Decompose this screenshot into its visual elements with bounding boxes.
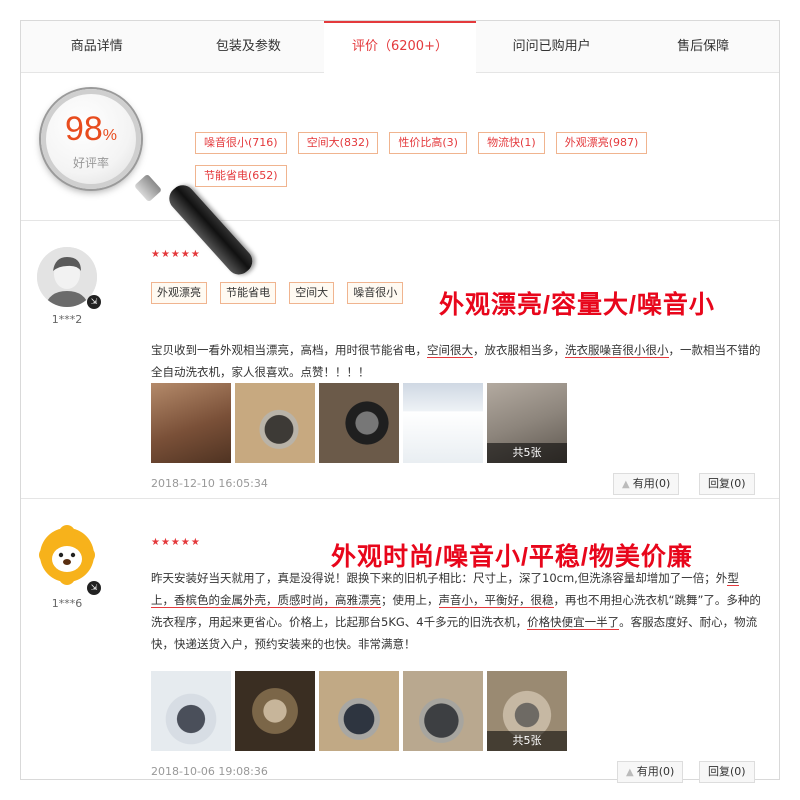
summary-tag[interactable]: 空间大(832) xyxy=(297,132,379,154)
reply-button[interactable]: 回复(0) xyxy=(699,473,755,495)
positive-rate-label: 好评率 xyxy=(72,156,109,170)
reply-button[interactable]: 回复(0) xyxy=(699,761,755,783)
useful-button[interactable]: ▲ 有用(0) xyxy=(613,473,680,495)
summary-tags: 噪音很小(716) 空间大(832) 性价比高(3) 物流快(1) 外观漂亮(9… xyxy=(195,131,715,197)
tab-bar: 商品详情 包装及参数 评价（6200+） 问问已购用户 售后保障 xyxy=(21,21,779,73)
tab-product-details[interactable]: 商品详情 xyxy=(21,21,173,73)
lion-avatar-icon xyxy=(39,525,95,585)
review-photo[interactable] xyxy=(151,671,231,751)
review-tag: 空间大 xyxy=(289,282,335,304)
review-photo[interactable] xyxy=(235,383,315,463)
review-date: 2018-12-10 16:05:34 xyxy=(151,477,268,490)
review-date: 2018-10-06 19:08:36 xyxy=(151,765,268,778)
review-headline: 外观漂亮/容量大/噪音小 xyxy=(439,291,715,319)
username: 1***6 xyxy=(51,597,83,610)
review-photo[interactable] xyxy=(151,383,231,463)
photo-count-label[interactable]: 共5张 xyxy=(487,443,567,463)
review-photo[interactable]: 共5张 xyxy=(487,383,567,463)
summary-tag[interactable]: 性价比高(3) xyxy=(389,132,467,154)
review-tag: 外观漂亮 xyxy=(151,282,207,304)
username: 1***2 xyxy=(51,313,83,326)
user-badge-icon: ⇲ xyxy=(87,295,101,309)
review-content: 昨天安装好当天就用了，真是没得说！跟换下来的旧机子相比：尺寸上，深了10cm,但… xyxy=(151,571,761,651)
review-photo[interactable] xyxy=(235,671,315,751)
review-photo[interactable]: 共5张 xyxy=(487,671,567,751)
review-photos: 共5张 xyxy=(151,671,571,751)
summary-tag[interactable]: 物流快(1) xyxy=(478,132,545,154)
tab-reviews[interactable]: 评价（6200+） xyxy=(324,21,476,73)
review-tag: 节能省电 xyxy=(220,282,277,304)
review-photo[interactable] xyxy=(403,383,483,463)
thumb-up-icon: ▲ xyxy=(622,479,630,490)
review-photos: 共5张 xyxy=(151,383,571,463)
review-tags: 外观漂亮 节能省电 空间大 噪音很小 xyxy=(151,281,411,304)
tab-packaging-params[interactable]: 包装及参数 xyxy=(173,21,325,73)
review-panel: 商品详情 包装及参数 评价（6200+） 问问已购用户 售后保障 98% 好评率… xyxy=(20,20,780,783)
avatar xyxy=(37,525,97,585)
tab-after-sales[interactable]: 售后保障 xyxy=(627,21,779,73)
positive-rate-circle: 98% 好评率 xyxy=(41,89,141,189)
summary-tag[interactable]: 节能省电(652) xyxy=(195,165,287,187)
star-rating: ★★★★★ xyxy=(151,537,201,548)
review-photo[interactable] xyxy=(403,671,483,751)
review-photo[interactable] xyxy=(319,671,399,751)
review-content: 宝贝收到一看外观相当漂亮，高档，用时很节能省电，空间很大，放衣服相当多，洗衣服噪… xyxy=(151,343,761,379)
summary-tag[interactable]: 噪音很小(716) xyxy=(195,132,287,154)
review-item: ⇲ 1***2 ★★★★★ 外观漂亮 节能省电 空间大 噪音很小 外观漂亮/容量… xyxy=(21,223,779,499)
magnifier-neck xyxy=(133,173,163,203)
review-tag: 噪音很小 xyxy=(347,282,404,304)
review-item: ⇲ 1***6 ★★★★★ 外观时尚/噪音小/平稳/物美价廉 昨天安装好当天就用… xyxy=(21,501,779,783)
user-badge-icon: ⇲ xyxy=(87,581,101,595)
review-photo[interactable] xyxy=(319,383,399,463)
tab-ask-buyers[interactable]: 问问已购用户 xyxy=(476,21,628,73)
star-rating: ★★★★★ xyxy=(151,249,201,260)
thumb-up-icon: ▲ xyxy=(626,767,634,778)
review-summary: 98% 好评率 噪音很小(716) 空间大(832) 性价比高(3) 物流快(1… xyxy=(21,81,779,280)
summary-tag[interactable]: 外观漂亮(987) xyxy=(555,132,648,154)
positive-rate-value: 98% xyxy=(64,110,118,148)
useful-button[interactable]: ▲ 有用(0) xyxy=(617,761,684,783)
photo-count-label[interactable]: 共5张 xyxy=(487,731,567,751)
